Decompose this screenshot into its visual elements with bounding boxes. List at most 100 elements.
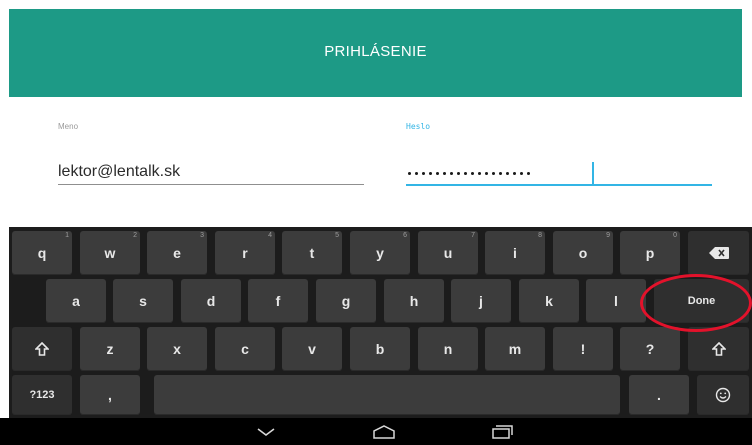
password-dot — [429, 172, 432, 175]
password-dot — [457, 172, 460, 175]
home-button[interactable] — [354, 418, 414, 445]
password-dot — [485, 172, 488, 175]
emoji-key[interactable] — [697, 375, 749, 415]
key-label: l — [614, 293, 618, 309]
key-m[interactable]: m — [485, 327, 545, 371]
done-key[interactable]: Done — [654, 279, 749, 323]
key-label: ? — [645, 341, 655, 357]
symbols-key[interactable]: ?123 — [12, 375, 72, 415]
key-question[interactable]: ? — [620, 327, 680, 371]
key-label: p — [645, 245, 655, 261]
key-g[interactable]: g — [316, 279, 376, 323]
key-z[interactable]: z — [80, 327, 140, 371]
smiley-icon — [715, 387, 731, 403]
password-dot — [450, 172, 453, 175]
key-label: h — [409, 293, 419, 309]
key-label: r — [242, 245, 248, 261]
done-key-label: Done — [687, 295, 716, 307]
period-key-label: . — [657, 387, 661, 403]
key-hint: 6 — [403, 232, 407, 239]
key-l[interactable]: l — [586, 279, 646, 323]
key-s[interactable]: s — [113, 279, 173, 323]
back-chevron-icon — [257, 427, 275, 436]
password-dot — [471, 172, 474, 175]
key-d[interactable]: d — [181, 279, 241, 323]
password-dot — [464, 172, 467, 175]
password-field[interactable]: Heslo — [406, 122, 712, 192]
comma-key[interactable]: , — [80, 375, 140, 415]
key-label: b — [375, 341, 385, 357]
shift-key-right[interactable] — [688, 327, 749, 371]
key-q[interactable]: q1 — [12, 231, 72, 275]
key-label: o — [578, 245, 588, 261]
password-dot — [408, 172, 411, 175]
key-w[interactable]: w2 — [80, 231, 140, 275]
password-dot — [443, 172, 446, 175]
key-label: c — [241, 341, 249, 357]
key-label: f — [275, 293, 281, 309]
key-v[interactable]: v — [282, 327, 342, 371]
shift-key-left[interactable] — [12, 327, 72, 371]
key-label: k — [545, 293, 553, 309]
key-p[interactable]: p0 — [620, 231, 680, 275]
key-i[interactable]: i8 — [485, 231, 545, 275]
soft-keyboard: q1 w2 e3 r4 t5 y6 u7 i8 o9 p0 a s d f g … — [9, 227, 752, 418]
key-b[interactable]: b — [350, 327, 410, 371]
home-icon — [373, 424, 395, 439]
key-label: z — [106, 341, 114, 357]
recents-button[interactable] — [472, 418, 532, 445]
key-label: g — [341, 293, 351, 309]
key-t[interactable]: t5 — [282, 231, 342, 275]
system-navbar — [0, 418, 752, 445]
key-r[interactable]: r4 — [215, 231, 275, 275]
key-hint: 0 — [673, 232, 677, 239]
key-label: u — [443, 245, 453, 261]
key-o[interactable]: o9 — [553, 231, 613, 275]
email-field-underline — [58, 184, 364, 185]
key-label: y — [376, 245, 384, 261]
password-dot — [499, 172, 502, 175]
key-hint: 4 — [268, 232, 272, 239]
key-label: v — [308, 341, 316, 357]
password-dot — [527, 172, 530, 175]
login-form: Meno lektor@lentalk.sk Heslo — [0, 97, 752, 227]
backspace-icon — [708, 247, 729, 259]
key-n[interactable]: n — [418, 327, 478, 371]
key-label: a — [72, 293, 80, 309]
password-dot — [422, 172, 425, 175]
key-hint: 7 — [471, 232, 475, 239]
key-exclamation[interactable]: ! — [553, 327, 613, 371]
key-hint: 1 — [65, 232, 69, 239]
key-k[interactable]: k — [519, 279, 579, 323]
key-f[interactable]: f — [248, 279, 308, 323]
password-field-label: Heslo — [406, 122, 431, 131]
email-field-value[interactable]: lektor@lentalk.sk — [58, 163, 180, 181]
key-u[interactable]: u7 — [418, 231, 478, 275]
key-label: m — [508, 341, 522, 357]
key-hint: 8 — [538, 232, 542, 239]
page-title: PRIHLÁSENIE — [324, 42, 427, 60]
key-c[interactable]: c — [215, 327, 275, 371]
key-a[interactable]: a — [46, 279, 106, 323]
back-button[interactable] — [236, 418, 296, 445]
key-label: ! — [580, 341, 586, 357]
key-label: x — [173, 341, 181, 357]
password-field-underline — [406, 184, 712, 186]
key-j[interactable]: j — [451, 279, 511, 323]
key-e[interactable]: e3 — [147, 231, 207, 275]
space-key[interactable] — [154, 375, 620, 415]
password-dot — [415, 172, 418, 175]
recents-icon — [492, 424, 513, 439]
backspace-key[interactable] — [688, 231, 749, 275]
key-hint: 9 — [606, 232, 610, 239]
symbols-key-label: ?123 — [29, 389, 55, 401]
key-label: i — [513, 245, 517, 261]
password-dot — [520, 172, 523, 175]
shift-icon — [711, 342, 726, 356]
key-h[interactable]: h — [384, 279, 444, 323]
email-field[interactable]: Meno lektor@lentalk.sk — [58, 122, 366, 192]
period-key[interactable]: . — [629, 375, 689, 415]
password-masked-value[interactable] — [408, 172, 530, 175]
key-y[interactable]: y6 — [350, 231, 410, 275]
key-x[interactable]: x — [147, 327, 207, 371]
